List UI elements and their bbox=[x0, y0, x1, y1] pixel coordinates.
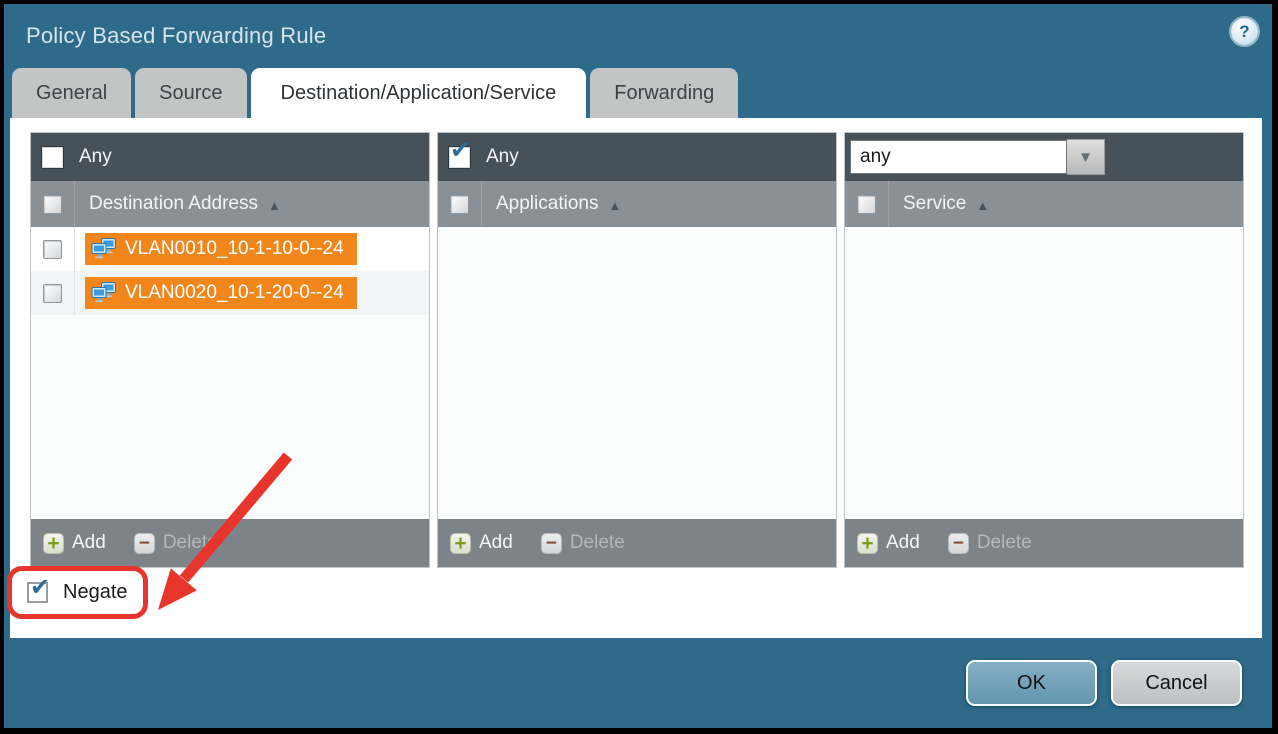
service-select-all-cell bbox=[845, 181, 889, 227]
annotation-highlight-box: ✔ Negate bbox=[7, 566, 148, 619]
destination-any-label: Any bbox=[79, 146, 112, 168]
service-column-header[interactable]: Service ▲ bbox=[845, 181, 1243, 227]
delete-icon: − bbox=[134, 533, 155, 554]
add-button[interactable]: + Add bbox=[450, 532, 513, 554]
service-list bbox=[845, 227, 1243, 519]
network-object-icon bbox=[91, 238, 117, 260]
delete-button[interactable]: − Delete bbox=[541, 532, 625, 554]
applications-column-header[interactable]: Applications ▲ bbox=[438, 181, 836, 227]
checkmark-icon: ✔ bbox=[30, 576, 50, 600]
tab-destination-label: Destination/Application/Service bbox=[281, 82, 557, 105]
add-button[interactable]: + Add bbox=[857, 532, 920, 554]
destination-select-all-cell bbox=[31, 181, 75, 227]
applications-list bbox=[438, 227, 836, 519]
tab-general[interactable]: General bbox=[12, 68, 131, 118]
network-object-icon bbox=[91, 282, 117, 304]
row-checkbox[interactable] bbox=[43, 240, 62, 259]
negate-label: Negate bbox=[63, 581, 128, 604]
dialog-titlebar: Policy Based Forwarding Rule bbox=[4, 4, 1272, 68]
service-header-label: Service bbox=[903, 193, 966, 215]
service-toolbar: + Add − Delete bbox=[845, 519, 1243, 567]
help-glyph: ? bbox=[1239, 22, 1249, 42]
destination-select-all-checkbox[interactable] bbox=[43, 195, 62, 214]
applications-select-all-checkbox[interactable] bbox=[450, 195, 469, 214]
delete-button[interactable]: − Delete bbox=[948, 532, 1032, 554]
address-object-label: VLAN0020_10-1-20-0--24 bbox=[125, 282, 344, 304]
applications-header-label: Applications bbox=[496, 193, 598, 215]
help-icon[interactable]: ? bbox=[1231, 18, 1258, 45]
add-button[interactable]: + Add bbox=[43, 532, 106, 554]
delete-label: Delete bbox=[977, 532, 1032, 554]
destination-header-label: Destination Address bbox=[89, 193, 258, 215]
address-object-tag[interactable]: VLAN0020_10-1-20-0--24 bbox=[85, 277, 357, 309]
sort-ascending-icon: ▲ bbox=[268, 196, 281, 213]
delete-label: Delete bbox=[163, 532, 218, 554]
address-object-label: VLAN0010_10-1-10-0--24 bbox=[125, 238, 344, 260]
applications-any-header: ✔ Any bbox=[438, 133, 836, 181]
destination-address-column: Any Destination Address ▲ bbox=[30, 132, 430, 568]
tab-forwarding[interactable]: Forwarding bbox=[590, 68, 738, 118]
sort-ascending-icon: ▲ bbox=[608, 196, 621, 213]
destination-address-list: VLAN0010_10-1-10-0--24 bbox=[31, 227, 429, 519]
service-select-all-checkbox[interactable] bbox=[857, 195, 876, 214]
destination-column-header[interactable]: Destination Address ▲ bbox=[31, 181, 429, 227]
negate-checkbox[interactable]: ✔ bbox=[27, 582, 48, 603]
destination-any-header: Any bbox=[31, 133, 429, 181]
row-check-cell bbox=[31, 227, 75, 271]
destination-toolbar: + Add − Delete bbox=[31, 519, 429, 567]
add-label: Add bbox=[886, 532, 920, 554]
ok-button[interactable]: OK bbox=[966, 660, 1097, 706]
address-object-tag[interactable]: VLAN0010_10-1-10-0--24 bbox=[85, 233, 357, 265]
tab-content-panel: Any Destination Address ▲ bbox=[10, 118, 1262, 638]
screenshot-root: Policy Based Forwarding Rule ? General S… bbox=[0, 0, 1278, 734]
add-icon: + bbox=[450, 533, 471, 554]
ok-label: OK bbox=[1017, 672, 1046, 695]
sort-ascending-icon: ▲ bbox=[976, 196, 989, 213]
policy-based-forwarding-dialog: Policy Based Forwarding Rule ? General S… bbox=[4, 4, 1272, 728]
delete-button[interactable]: − Delete bbox=[134, 532, 218, 554]
applications-any-label: Any bbox=[486, 146, 519, 168]
tab-general-label: General bbox=[36, 82, 107, 105]
service-column: any ▼ Service ▲ bbox=[844, 132, 1244, 568]
chevron-down-icon: ▼ bbox=[1078, 149, 1093, 166]
row-checkbox[interactable] bbox=[43, 284, 62, 303]
cancel-button[interactable]: Cancel bbox=[1111, 660, 1242, 706]
dialog-title: Policy Based Forwarding Rule bbox=[26, 23, 326, 49]
delete-label: Delete bbox=[570, 532, 625, 554]
tab-source[interactable]: Source bbox=[135, 68, 246, 118]
applications-any-checkbox[interactable]: ✔ bbox=[448, 146, 471, 169]
add-label: Add bbox=[479, 532, 513, 554]
tab-forwarding-label: Forwarding bbox=[614, 82, 714, 105]
tab-source-label: Source bbox=[159, 82, 222, 105]
service-dropdown-header: any ▼ bbox=[845, 133, 1243, 181]
tab-bar: General Source Destination/Application/S… bbox=[12, 68, 738, 118]
checkmark-icon: ✔ bbox=[450, 139, 470, 163]
row-check-cell bbox=[31, 271, 75, 315]
tab-destination-application-service[interactable]: Destination/Application/Service bbox=[251, 68, 587, 118]
service-dropdown-value[interactable]: any bbox=[850, 140, 1067, 174]
selector-columns: Any Destination Address ▲ bbox=[30, 132, 1244, 568]
destination-any-checkbox[interactable] bbox=[41, 146, 64, 169]
table-row[interactable]: VLAN0010_10-1-10-0--24 bbox=[31, 227, 429, 271]
applications-column: ✔ Any Applications ▲ bbox=[437, 132, 837, 568]
delete-icon: − bbox=[948, 533, 969, 554]
service-dropdown-button[interactable]: ▼ bbox=[1067, 139, 1105, 175]
applications-toolbar: + Add − Delete bbox=[438, 519, 836, 567]
cancel-label: Cancel bbox=[1145, 672, 1207, 695]
add-icon: + bbox=[43, 533, 64, 554]
add-icon: + bbox=[857, 533, 878, 554]
dialog-footer: OK Cancel bbox=[4, 638, 1272, 728]
add-label: Add bbox=[72, 532, 106, 554]
applications-select-all-cell bbox=[438, 181, 482, 227]
table-row[interactable]: VLAN0020_10-1-20-0--24 bbox=[31, 271, 429, 315]
delete-icon: − bbox=[541, 533, 562, 554]
